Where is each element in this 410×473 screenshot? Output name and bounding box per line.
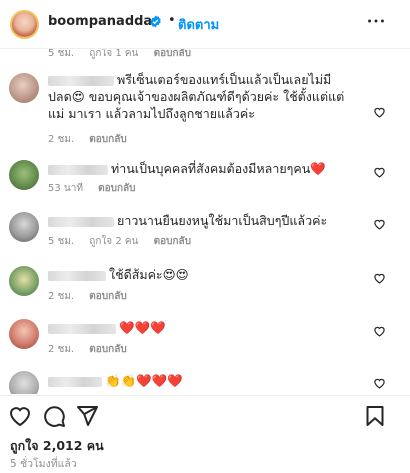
commenter-username-blurred[interactable] bbox=[48, 164, 108, 175]
reply-button[interactable]: ตอบกลับ bbox=[98, 183, 135, 194]
commenter-avatar[interactable] bbox=[9, 319, 39, 349]
follow-button[interactable]: ติดตาม bbox=[178, 14, 219, 35]
reply-button[interactable]: ตอบกลับ bbox=[154, 236, 191, 247]
comment-meta: 5 ชม. ถูกใจ 2 คน ตอบกลับ bbox=[48, 234, 203, 249]
comment-body: ❤️❤️❤️ bbox=[48, 319, 348, 336]
commenter-avatar[interactable] bbox=[9, 371, 39, 394]
comment-body: ยาวนานยืนยงหนูใช้มาเป็นสิบๆปีแล้วค่ะ bbox=[48, 212, 348, 229]
comment-body: ท่านเป็นบุคคลที่สังคมต้องมีหลายๆคน❤️ bbox=[48, 160, 348, 177]
comment-list[interactable]: 5 ชม. ถูกใจ 1 คน ตอบกลับ พรีเซ็นเตอร์ของ… bbox=[0, 49, 410, 394]
commenter-avatar[interactable] bbox=[9, 266, 39, 296]
comment-likes[interactable]: ถูกใจ 2 คน bbox=[89, 236, 138, 247]
commenter-username-blurred[interactable] bbox=[48, 75, 114, 86]
comment-text: ใช้ดีส้มค่ะ😍😍 bbox=[109, 267, 189, 282]
post-timestamp: 5 ชั่วโมงที่แล้ว bbox=[10, 458, 77, 470]
avatar[interactable] bbox=[10, 10, 39, 39]
likes-count[interactable]: ถูกใจ 2,012 คน bbox=[10, 436, 104, 456]
comment-time: 53 นาที bbox=[48, 183, 83, 194]
reply-button[interactable]: ตอบกลับ bbox=[154, 49, 191, 59]
comment-body: พรีเซ็นเตอร์ของแทร์เป็นแล้วเป็นเลยไม่มีป… bbox=[48, 71, 348, 122]
username[interactable]: boompanadda bbox=[48, 14, 152, 29]
heart-outline-icon[interactable] bbox=[8, 404, 32, 428]
like-comment-heart-icon[interactable] bbox=[373, 377, 386, 389]
comment-text: ท่านเป็นบุคคลที่สังคมต้องมีหลายๆคน❤️ bbox=[111, 161, 326, 176]
reply-button[interactable]: ตอบกลับ bbox=[89, 134, 126, 145]
post-action-bar bbox=[0, 395, 410, 435]
comment-meta: 2 ชม. ตอบกลับ bbox=[48, 289, 139, 304]
comment-bubble-icon[interactable] bbox=[42, 404, 66, 428]
bookmark-icon[interactable] bbox=[363, 404, 387, 428]
comment-text: ยาวนานยืนยงหนูใช้มาเป็นสิบๆปีแล้วค่ะ bbox=[117, 213, 328, 228]
like-comment-heart-icon[interactable] bbox=[373, 325, 386, 337]
comment-time: 2 ชม. bbox=[48, 344, 75, 355]
like-comment-heart-icon[interactable] bbox=[373, 106, 386, 118]
commenter-avatar[interactable] bbox=[9, 212, 39, 242]
comment-text: ❤️❤️❤️ bbox=[119, 320, 166, 335]
like-comment-heart-icon[interactable] bbox=[373, 166, 386, 178]
more-horizontal-icon[interactable] bbox=[365, 10, 387, 32]
comment-meta: 5 ชม. ถูกใจ 1 คน ตอบกลับ bbox=[48, 49, 203, 61]
commenter-username-blurred[interactable] bbox=[48, 216, 114, 227]
comment-text: 👏👏❤️❤️❤️ bbox=[105, 373, 183, 388]
comment-body: 👏👏❤️❤️❤️ bbox=[48, 372, 348, 389]
paper-plane-icon[interactable] bbox=[75, 404, 99, 428]
like-comment-heart-icon[interactable] bbox=[373, 272, 386, 284]
like-comment-heart-icon[interactable] bbox=[373, 218, 386, 230]
commenter-avatar[interactable] bbox=[9, 160, 39, 190]
reply-button[interactable]: ตอบกลับ bbox=[89, 291, 126, 302]
comment-meta: 53 นาที ตอบกลับ bbox=[48, 181, 148, 196]
commenter-avatar[interactable] bbox=[9, 73, 39, 103]
comment-time: 2 ชม. bbox=[48, 291, 75, 302]
reply-button[interactable]: ตอบกลับ bbox=[89, 344, 126, 355]
verified-badge-icon bbox=[150, 15, 161, 28]
comment-meta: 2 ชม. ตอบกลับ bbox=[48, 132, 139, 147]
comment-meta: 2 ชม. ตอบกลับ bbox=[48, 342, 139, 357]
commenter-username-blurred[interactable] bbox=[48, 323, 116, 334]
comment-time: 2 ชม. bbox=[48, 134, 75, 145]
comment-time: 5 ชม. bbox=[48, 49, 75, 59]
comment-likes[interactable]: ถูกใจ 1 คน bbox=[89, 49, 138, 59]
post-header: boompanadda • ติดตาม bbox=[0, 0, 410, 49]
comment-time: 5 ชม. bbox=[48, 236, 75, 247]
commenter-username-blurred[interactable] bbox=[48, 376, 102, 387]
commenter-username-blurred[interactable] bbox=[48, 270, 106, 281]
comment-body: ใช้ดีส้มค่ะ😍😍 bbox=[48, 266, 348, 283]
separator-dot: • bbox=[168, 13, 176, 28]
